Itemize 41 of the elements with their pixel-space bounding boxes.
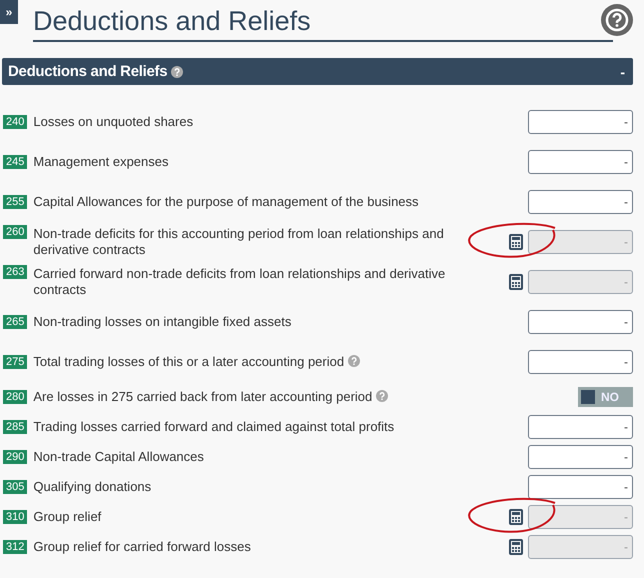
input-field[interactable]: - bbox=[528, 310, 633, 334]
input-field[interactable]: - bbox=[528, 190, 633, 214]
help-icon[interactable] bbox=[171, 66, 184, 78]
box-code: 265 bbox=[3, 315, 28, 329]
box-code: 310 bbox=[3, 510, 28, 524]
field-label: Management expenses bbox=[33, 154, 170, 170]
collapse-button[interactable]: - bbox=[618, 64, 627, 80]
field-label: Are losses in 275 carried back from later accounting period bbox=[33, 389, 488, 405]
field-label: Trading losses carried forward and claimed against total profits bbox=[33, 419, 396, 435]
section-title: Deductions and Reliefs bbox=[8, 63, 168, 80]
field-label: Non-trade deficits for this accounting period from loan relationships and derivative contracts bbox=[33, 226, 445, 258]
field-label: Non-trading losses on intangible fixed assets bbox=[33, 314, 292, 330]
calculator-icon[interactable] bbox=[509, 234, 523, 250]
field-label: Group relief for carried forward losses bbox=[33, 539, 252, 555]
box-code: 255 bbox=[3, 195, 28, 209]
field-label: Capital Allowances for the purpose of management of the business bbox=[33, 194, 420, 210]
field-label: Carried forward non-trade deficits from loan relationships and derivative contracts bbox=[33, 266, 446, 298]
input-field[interactable]: - bbox=[528, 150, 633, 174]
field-label: Total trading losses of this or a later accounting period bbox=[33, 354, 488, 370]
box-code: 263 bbox=[3, 265, 28, 279]
input-field[interactable]: - bbox=[528, 415, 633, 439]
input-field[interactable]: - bbox=[528, 110, 633, 134]
input-field[interactable]: - bbox=[528, 350, 633, 374]
box-code: 285 bbox=[3, 420, 28, 434]
box-code: 240 bbox=[3, 115, 28, 129]
box-code: 290 bbox=[3, 450, 28, 464]
box-code: 305 bbox=[3, 480, 28, 494]
help-icon[interactable] bbox=[601, 4, 633, 36]
box-code: 245 bbox=[3, 155, 28, 169]
field-label: Non-trade Capital Allowances bbox=[33, 449, 205, 465]
field-label: Qualifying donations bbox=[33, 479, 152, 495]
input-field[interactable]: - bbox=[528, 445, 633, 469]
box-code: 280 bbox=[3, 390, 28, 404]
input-field[interactable]: - bbox=[528, 475, 633, 499]
box-code: 312 bbox=[3, 540, 28, 554]
field-label: Losses on unquoted shares bbox=[33, 114, 194, 130]
sidebar-toggle[interactable]: » bbox=[0, 0, 18, 24]
box-code: 275 bbox=[3, 355, 28, 369]
field-label: Group relief bbox=[33, 509, 102, 525]
box-code: 260 bbox=[3, 225, 28, 239]
calculator-icon[interactable] bbox=[509, 509, 523, 525]
